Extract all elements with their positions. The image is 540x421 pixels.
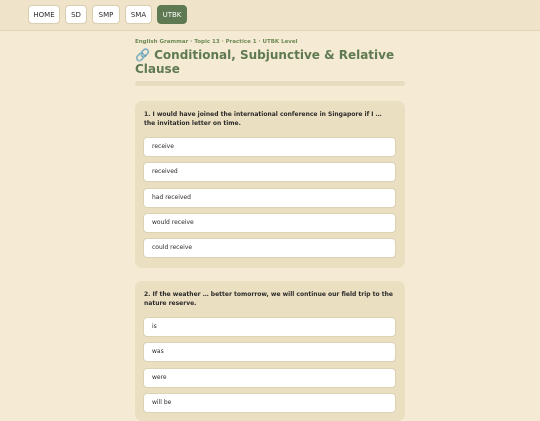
breadcrumb: English Grammar · Topic 13 · Practice 1 …: [135, 39, 298, 45]
answer-option[interactable]: was: [143, 342, 396, 362]
answer-option[interactable]: will be: [143, 393, 396, 413]
question-text: 1. I would have joined the international…: [144, 111, 382, 127]
answer-option[interactable]: is: [143, 317, 396, 337]
answer-option[interactable]: would receive: [143, 213, 396, 233]
question-card: 1. I would have joined the international…: [135, 101, 405, 268]
nav-smp-button[interactable]: SMP: [92, 5, 120, 24]
nav-home-button[interactable]: HOME: [28, 5, 60, 24]
answer-option[interactable]: receive: [143, 137, 396, 157]
page-title: 🔗 Conditional, Subjunctive & Relative Cl…: [135, 48, 395, 76]
nav-utbk-button[interactable]: UTBK: [157, 5, 187, 24]
question-text: 2. If the weather … better tomorrow, we …: [144, 291, 393, 307]
answer-option[interactable]: could receive: [143, 238, 396, 258]
top-navigation: HOME SD SMP SMA UTBK: [0, 0, 540, 31]
nav-sma-button[interactable]: SMA: [125, 5, 152, 24]
question-card: 2. If the weather … better tomorrow, we …: [135, 281, 405, 421]
answer-option[interactable]: had received: [143, 188, 396, 208]
title-divider: [135, 81, 405, 86]
nav-sd-button[interactable]: SD: [65, 5, 87, 24]
answer-option[interactable]: were: [143, 368, 396, 388]
answer-option[interactable]: received: [143, 162, 396, 182]
